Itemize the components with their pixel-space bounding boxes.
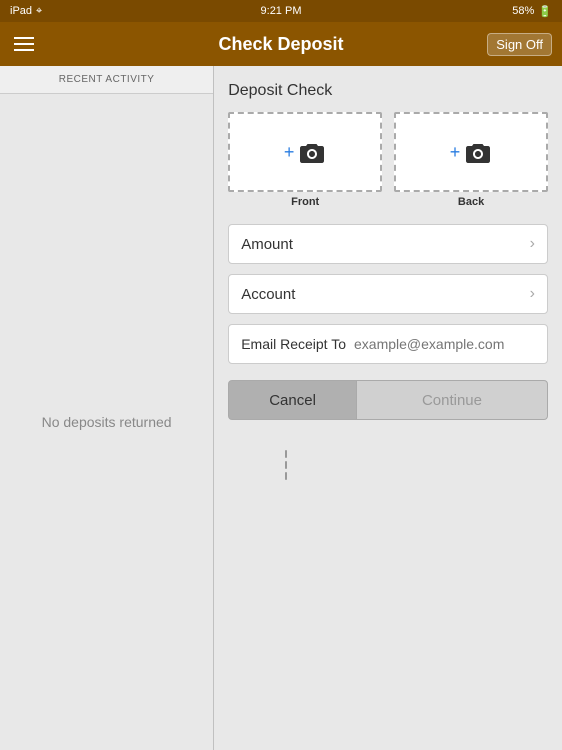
account-chevron-icon: › — [530, 285, 535, 303]
back-capture-button[interactable]: + — [394, 112, 548, 192]
scroll-indicator — [282, 440, 290, 490]
back-photo-box: + Back — [394, 112, 548, 208]
continue-button[interactable]: Continue — [357, 380, 548, 420]
no-deposits-text: No deposits returned — [42, 414, 172, 430]
email-receipt-label: Email Receipt To — [241, 336, 346, 352]
back-camera-icon — [464, 140, 492, 164]
signoff-button[interactable]: Sign Off — [487, 33, 552, 56]
email-input[interactable] — [354, 336, 535, 352]
menu-button[interactable] — [10, 33, 38, 55]
battery-icon: 🔋 — [538, 5, 552, 18]
amount-label: Amount — [241, 236, 293, 253]
nav-title: Check Deposit — [218, 34, 343, 55]
battery-percent: 58% — [512, 5, 534, 17]
photo-row: + Front + — [228, 112, 548, 208]
account-label: Account — [241, 286, 295, 303]
nav-bar: Check Deposit Sign Off — [0, 22, 562, 66]
account-field[interactable]: Account › — [228, 274, 548, 314]
front-label: Front — [291, 196, 319, 208]
front-camera-icon — [298, 140, 326, 164]
status-left: iPad ⌖ — [10, 5, 42, 18]
main-layout: RECENT ACTIVITY No deposits returned Dep… — [0, 66, 562, 750]
front-plus-icon: + — [284, 142, 295, 163]
back-label: Back — [458, 196, 484, 208]
sidebar-content: No deposits returned — [0, 94, 213, 750]
back-plus-icon: + — [450, 142, 461, 163]
deposit-check-title: Deposit Check — [228, 82, 548, 100]
status-right: 58% 🔋 — [512, 5, 552, 18]
cancel-button[interactable]: Cancel — [228, 380, 357, 420]
device-label: iPad — [10, 5, 32, 17]
right-panel: Deposit Check + Front — [214, 66, 562, 750]
email-receipt-row: Email Receipt To — [228, 324, 548, 364]
front-capture-button[interactable]: + — [228, 112, 382, 192]
amount-field[interactable]: Amount › — [228, 224, 548, 264]
action-row: Cancel Continue — [228, 380, 548, 420]
status-time: 9:21 PM — [261, 5, 302, 17]
amount-chevron-icon: › — [530, 235, 535, 253]
front-photo-box: + Front — [228, 112, 382, 208]
sidebar-header: RECENT ACTIVITY — [0, 66, 213, 94]
wifi-icon: ⌖ — [36, 5, 42, 18]
status-bar: iPad ⌖ 9:21 PM 58% 🔋 — [0, 0, 562, 22]
sidebar: RECENT ACTIVITY No deposits returned — [0, 66, 214, 750]
